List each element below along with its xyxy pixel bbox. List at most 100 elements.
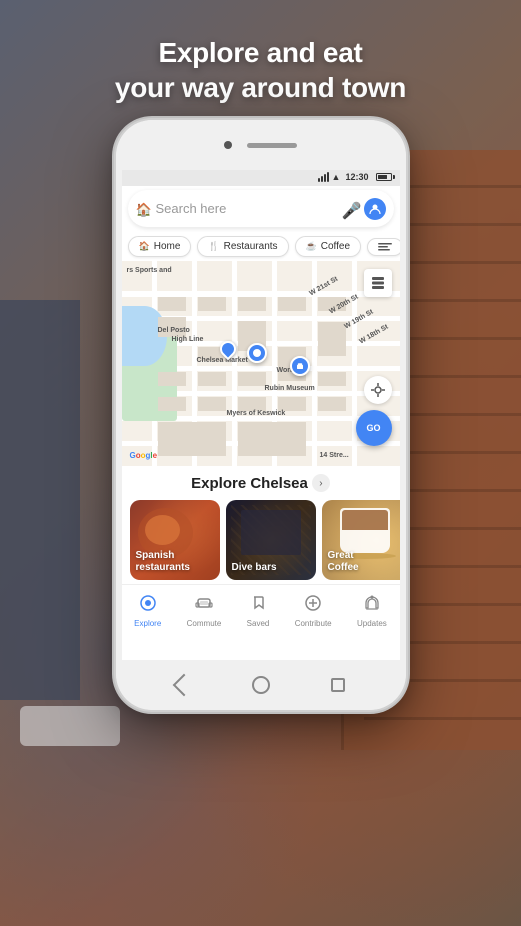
explore-card-coffee[interactable]: GreatCoffee [322,500,400,580]
map-area[interactable]: rs Sports and Del Posto Chelsea Market H… [122,261,400,466]
bg-car [20,706,120,746]
chip-coffee-label: Coffee [321,241,350,252]
chip-restaurants[interactable]: 🍴 Restaurants [197,236,288,257]
chip-home-label: Home [154,241,181,252]
saved-nav-label: Saved [247,619,270,628]
contribute-nav-label: Contribute [295,619,332,628]
phone-body: ▲ 12:30 🏠 Search here 🎤 [116,120,406,710]
road-v6 [352,261,357,466]
building-9 [198,372,226,386]
explore-section: Explore Chelsea › Spanishrestaurants [122,466,400,584]
card-spanish-label: Spanishrestaurants [136,550,190,574]
status-bar-icons: ▲ 12:30 [318,172,392,182]
microphone-icon[interactable]: 🎤 [342,201,358,217]
building-13 [158,372,186,386]
headline: Explore and eat your way around town [0,35,521,105]
building-19 [318,397,346,411]
commute-nav-label: Commute [187,619,222,628]
more-icon [378,243,392,251]
nav-item-updates[interactable]: Updates [349,590,395,632]
nav-item-explore[interactable]: Explore [126,590,169,632]
building-20 [158,422,226,456]
headline-line2: your way around town [115,72,406,103]
building-12 [318,322,346,356]
work-pin [290,356,310,376]
phone-speaker [247,143,297,148]
bottom-nav: Explore Commute [122,584,400,636]
commute-nav-icon [195,594,213,617]
phone-back-button[interactable] [173,674,196,697]
map-label-top: rs Sports and [127,267,172,274]
time-display: 12:30 [345,172,368,182]
building-5 [238,297,266,311]
explore-header: Explore Chelsea › [122,474,400,492]
map-label-14th: 14 Stre... [320,452,349,459]
chip-restaurants-label: Restaurants [224,241,278,252]
phone-recents-button[interactable] [331,678,345,692]
chip-more[interactable] [367,238,399,256]
map-label-highline: High Line [172,336,204,343]
search-bar[interactable]: 🏠 Search here 🎤 [128,190,394,228]
explore-cards: Spanishrestaurants Dive bars [122,500,400,580]
phone-home-button[interactable] [252,676,270,694]
go-button[interactable]: GO [356,410,392,446]
home-chip-icon: 🏠 [139,241,150,252]
building-14 [158,397,186,411]
explore-arrow[interactable]: › [312,474,330,492]
nav-item-contribute[interactable]: Contribute [287,590,340,632]
headline-text: Explore and eat your way around town [0,35,521,105]
coffee-chip-icon: ☕ [306,241,317,252]
bg-building-left [0,300,80,700]
explore-title: Explore Chelsea [191,475,308,492]
card-divebars-label: Dive bars [232,562,277,574]
search-placeholder[interactable]: Search here [156,201,336,216]
signal-icon [318,172,329,182]
battery-icon [376,173,392,181]
restaurants-chip-icon: 🍴 [208,241,219,252]
chip-coffee[interactable]: ☕ Coffee [295,236,362,257]
map-label-myers: Myers of Keswick [227,410,286,417]
building-10 [238,372,266,386]
updates-nav-icon [363,594,381,617]
headline-line1: Explore and eat [158,37,362,68]
chip-home[interactable]: 🏠 Home [128,236,192,257]
building-3 [198,297,226,311]
filter-chips: 🏠 Home 🍴 Restaurants ☕ Coffee [122,232,400,261]
status-bar: ▲ 12:30 [122,168,400,186]
phone-top-bar [116,120,406,170]
building-21 [238,422,306,456]
map-label-chelsea: Chelsea Market [197,357,248,364]
wifi-icon: ▲ [332,172,341,182]
building-7 [278,297,306,311]
phone-wrapper: ▲ 12:30 🏠 Search here 🎤 [116,120,406,710]
coffee-liquid [342,510,388,530]
map-label-rubin: Rubin Museum [265,385,315,392]
map-layers-button[interactable] [364,269,392,297]
building-15 [198,397,226,411]
explore-nav-label: Explore [134,619,161,628]
phone-screen: ▲ 12:30 🏠 Search here 🎤 [122,168,400,662]
card-coffee-label: GreatCoffee [328,550,359,574]
explore-nav-icon [139,594,157,617]
go-button-label: GO [366,423,380,433]
divebar-decoration [241,510,301,555]
explore-card-divebars[interactable]: Dive bars [226,500,316,580]
map-label-delposto: Del Posto [158,327,190,334]
building-16 [238,397,266,411]
building-18 [318,372,346,386]
my-location-button[interactable] [364,376,392,404]
phone-camera [224,141,232,149]
user-avatar[interactable] [364,198,386,220]
contribute-nav-icon [304,594,322,617]
phone-bottom-bar [116,660,406,710]
building-1 [158,297,186,311]
home-icon: 🏠 [136,202,150,216]
updates-nav-label: Updates [357,619,387,628]
nav-item-commute[interactable]: Commute [179,590,230,632]
user-location-pin [247,343,267,363]
explore-card-spanish[interactable]: Spanishrestaurants [130,500,220,580]
food-decoration-2 [145,515,180,545]
building-17 [278,397,306,411]
google-logo: Google [130,451,158,460]
nav-item-saved[interactable]: Saved [239,590,278,632]
